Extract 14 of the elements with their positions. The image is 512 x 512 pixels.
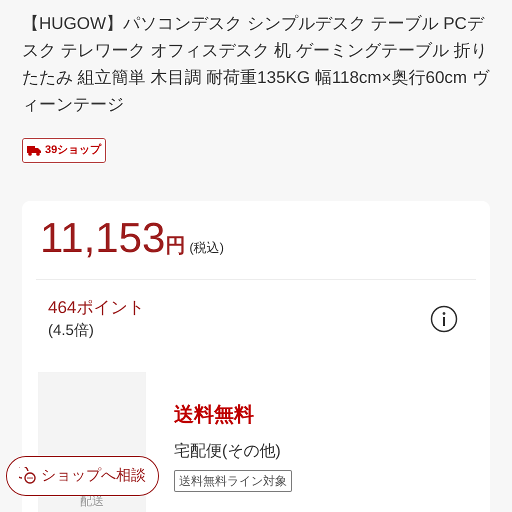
- shipping-method: 宅配便(その他): [174, 442, 281, 462]
- product-title: 【HUGOW】パソコンデスク シンプルデスク テーブル PCデスク テレワーク オフィスデスク 机 ゲーミングテーブル 折りたたみ 組立簡単 木目調 耐荷重135KG 幅118cm×奥行60cm ヴィーンテージ: [22, 13, 490, 116]
- info-icon[interactable]: [430, 305, 458, 333]
- price-amount: 11,153: [40, 215, 166, 261]
- price-unit: 円: [165, 234, 186, 259]
- chat-bubbles-icon: [19, 467, 37, 485]
- free-shipping-label: 送料無料: [174, 403, 254, 428]
- tax-note: (税込): [189, 239, 224, 257]
- shipping-tag: 送料無料ライン対象: [174, 470, 292, 492]
- points-rate: (4.5倍): [48, 321, 95, 341]
- truck-icon: [27, 145, 41, 156]
- consult-shop-button[interactable]: ショップへ相談: [6, 456, 159, 496]
- shop-badge: 39ショップ: [22, 138, 106, 163]
- points-amount: 464ポイント: [48, 297, 144, 319]
